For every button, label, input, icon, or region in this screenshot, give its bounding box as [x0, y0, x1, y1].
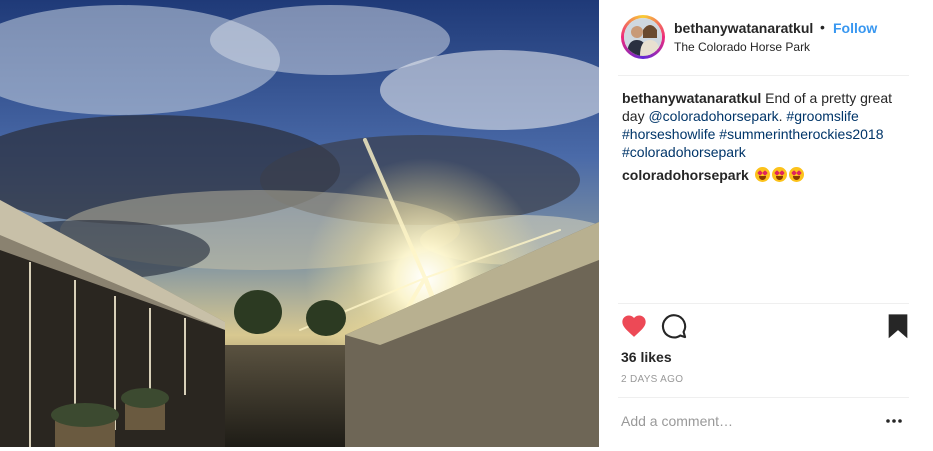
- comment-divider: [618, 397, 909, 398]
- sunset-tent-photo: [0, 0, 599, 447]
- post-photo[interactable]: [0, 0, 599, 447]
- avatar-photo: [624, 18, 662, 56]
- more-options-icon: [886, 419, 902, 423]
- avatar[interactable]: [624, 18, 662, 56]
- author-username[interactable]: bethanywatanaratkul: [674, 20, 813, 36]
- comment-bubble-icon: [661, 314, 687, 339]
- hashtag-link[interactable]: #horseshowlife: [622, 126, 715, 142]
- comment-button[interactable]: [660, 312, 688, 340]
- more-options-button[interactable]: [884, 411, 904, 431]
- caption-username[interactable]: bethanywatanaratkul: [622, 90, 761, 106]
- header-separator: •: [820, 19, 825, 35]
- instagram-post: bethanywatanaratkul • Follow The Colorad…: [0, 0, 933, 451]
- hashtag-link[interactable]: #groomslife: [786, 108, 858, 124]
- caption-mention[interactable]: @coloradohorsepark: [648, 108, 778, 124]
- heart-eyes-emoji-icon: [788, 167, 804, 182]
- follow-button[interactable]: Follow: [833, 20, 877, 36]
- comment-item: coloradohorsepark: [622, 166, 912, 184]
- heart-eyes-emoji-icon: [754, 167, 770, 182]
- add-comment-input[interactable]: [621, 409, 871, 433]
- save-button[interactable]: [884, 312, 912, 340]
- post-date[interactable]: 2 DAYS AGO: [621, 374, 683, 385]
- post-sidebar: bethanywatanaratkul • Follow The Colorad…: [599, 0, 933, 451]
- bookmark-icon: [888, 314, 908, 339]
- heart-eyes-emoji-icon: [771, 167, 787, 182]
- actions-divider: [618, 303, 909, 304]
- post-caption: bethanywatanaratkul End of a pretty grea…: [622, 89, 912, 161]
- header-divider: [618, 75, 909, 76]
- like-button[interactable]: [620, 312, 648, 340]
- post-actions: [599, 312, 933, 344]
- comment-username[interactable]: coloradohorsepark: [622, 167, 749, 183]
- author-avatar-ring[interactable]: [621, 15, 665, 59]
- hashtag-link[interactable]: #summerintherockies2018: [719, 126, 883, 142]
- post-header: bethanywatanaratkul • Follow The Colorad…: [599, 0, 933, 76]
- hashtag-link[interactable]: #coloradohorsepark: [622, 144, 746, 160]
- post-location[interactable]: The Colorado Horse Park: [674, 40, 810, 54]
- heart-icon: [622, 315, 646, 337]
- likes-count[interactable]: 36 likes: [621, 349, 672, 365]
